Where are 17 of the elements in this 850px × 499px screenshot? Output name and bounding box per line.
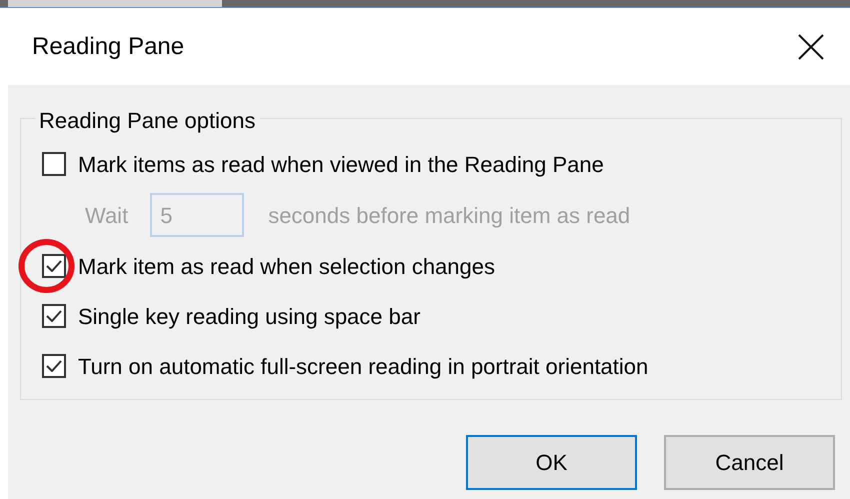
checkbox-label: Mark item as read when selection changes xyxy=(78,252,495,281)
checkbox[interactable] xyxy=(42,254,66,278)
checkbox-label: Single key reading using space bar xyxy=(78,302,420,331)
checkbox[interactable] xyxy=(42,354,66,378)
checkbox-label: Mark items as read when viewed in the Reading Pane xyxy=(78,150,604,179)
checkbox[interactable] xyxy=(42,152,66,176)
checkmark-icon xyxy=(46,360,62,372)
checkbox[interactable] xyxy=(42,304,66,328)
checkmark-icon xyxy=(46,310,62,322)
close-icon xyxy=(798,34,824,60)
dialog-button[interactable]: Cancel xyxy=(664,435,835,490)
checkmark-icon xyxy=(46,260,62,272)
dialog-button[interactable]: OK xyxy=(466,435,637,490)
window-title: Reading Pane xyxy=(32,32,184,62)
wait-description: seconds before marking item as read xyxy=(268,202,630,230)
wait-label: Wait xyxy=(85,202,128,230)
checkbox-label: Turn on automatic full-screen reading in portrait orientation xyxy=(78,352,648,381)
